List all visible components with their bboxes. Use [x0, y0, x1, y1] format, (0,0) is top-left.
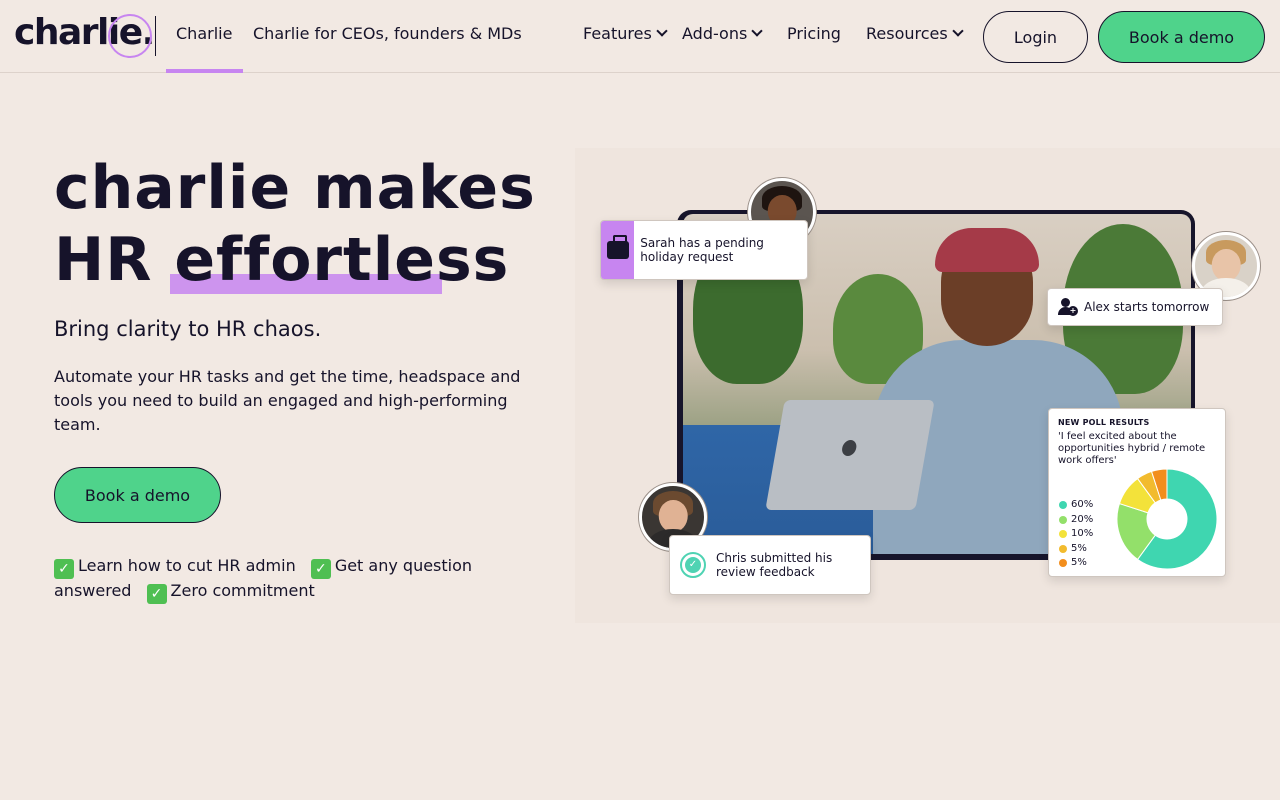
nav-menu-resources[interactable]: Resources: [866, 24, 964, 43]
headline-prefix: HR: [54, 225, 175, 295]
nav-link-charlie[interactable]: Charlie: [176, 24, 232, 43]
legend-swatch: [1059, 559, 1067, 568]
legend-label: 5%: [1071, 542, 1087, 554]
alex-card-text: Alex starts tomorrow: [1084, 300, 1210, 314]
login-button[interactable]: Login: [983, 11, 1088, 63]
check-icon: ✓: [54, 559, 74, 579]
legend-swatch: [1059, 544, 1067, 553]
avatar-face: [1211, 248, 1241, 281]
perk-item: ✓ Zero commitment: [146, 581, 315, 604]
hero-body: Automate your HR tasks and get the time,…: [54, 367, 521, 434]
chevron-down-icon: [656, 25, 668, 37]
poll-legend-item: 60%: [1059, 498, 1093, 513]
legend-label: 20%: [1071, 513, 1094, 525]
chris-card-text: Chris submitted his review feedback: [716, 551, 833, 579]
chevron-down-icon: [751, 25, 763, 37]
headline-highlight: effortless: [170, 224, 510, 296]
perks-list: ✓ Learn how to cut HR admin ✓ Get any ques…: [54, 553, 494, 604]
hero-subtitle: Bring clarity to HR chaos.: [54, 317, 322, 341]
laptop-prop: [765, 400, 935, 510]
poll-legend-item: 10%: [1059, 527, 1093, 542]
legend-label: 10%: [1071, 528, 1094, 539]
holiday-request-card: Sarah has a pending holiday request: [600, 220, 808, 280]
poll-legend: 60% 20% 10% 5% 5%: [1059, 498, 1093, 571]
perk-text: Learn how to cut HR admin: [78, 556, 296, 575]
nav-menu-features-label: Features: [583, 24, 652, 43]
book-demo-nav-button[interactable]: Book a demo: [1098, 11, 1265, 63]
hero-headline: charlie makes HR effortless: [54, 152, 536, 296]
check-icon: ✓: [310, 559, 331, 579]
headline-line-2: HR effortless: [54, 224, 536, 296]
headline-line-1: charlie makes: [54, 153, 536, 223]
legend-swatch: [1059, 515, 1067, 524]
suitcase-icon: [601, 221, 635, 279]
holiday-card-text: Sarah has a pending holiday request: [640, 236, 764, 264]
avatar-face: [658, 499, 688, 532]
perk-item: ✓ Learn how to cut HR admin: [54, 556, 296, 579]
poll-donut-chart: [1116, 468, 1218, 570]
legend-label: 60%: [1071, 499, 1094, 510]
check-icon: ✓: [146, 584, 167, 604]
logo-ring-icon: [108, 14, 152, 58]
nav-link-pricing[interactable]: Pricing: [787, 24, 841, 43]
nav-divider: [155, 16, 156, 56]
person-headscarf: [935, 228, 1039, 272]
nav-menu-resources-label: Resources: [866, 24, 948, 43]
apple-logo-icon: [840, 440, 858, 456]
legend-swatch: [1059, 530, 1067, 539]
legend-swatch: [1059, 501, 1067, 510]
suitcase-shape: [606, 235, 629, 259]
nav-menu-addons-label: Add-ons: [682, 24, 748, 43]
nav-active-indicator: [166, 69, 243, 73]
poll-legend-item: 5%: [1059, 542, 1093, 557]
top-nav: charlie. Charlie Charlie for CEOs, found…: [0, 0, 1280, 73]
nav-menu-addons[interactable]: Add-ons: [682, 24, 763, 43]
legend-label: 5%: [1071, 557, 1087, 568]
poll-legend-item: 5%: [1059, 556, 1093, 571]
nav-link-ceos[interactable]: Charlie for CEOs, founders & MDs: [253, 24, 522, 43]
add-person-icon: +: [1058, 298, 1078, 316]
book-demo-hero-button[interactable]: Book a demo: [54, 467, 221, 523]
poll-question: 'I feel excited about the opportunities …: [1058, 431, 1206, 466]
poll-legend-item: 20%: [1059, 513, 1093, 528]
chevron-down-icon: [952, 25, 964, 37]
poll-title: NEW POLL RESULTS: [1058, 418, 1150, 427]
hero-illustration: Sarah has a pending holiday request + Al…: [575, 148, 1280, 623]
review-feedback-card: ✓ Chris submitted his review feedback: [669, 535, 871, 595]
perk-text: Zero commitment: [170, 581, 315, 600]
charlie-logo[interactable]: charlie.: [14, 10, 155, 62]
check-circle-icon: ✓: [680, 552, 706, 578]
nav-menu-features[interactable]: Features: [583, 24, 668, 43]
new-starter-card: + Alex starts tomorrow: [1047, 288, 1223, 326]
poll-results-card: NEW POLL RESULTS 'I feel excited about t…: [1048, 408, 1226, 577]
headline-highlight-text: effortless: [174, 225, 510, 295]
